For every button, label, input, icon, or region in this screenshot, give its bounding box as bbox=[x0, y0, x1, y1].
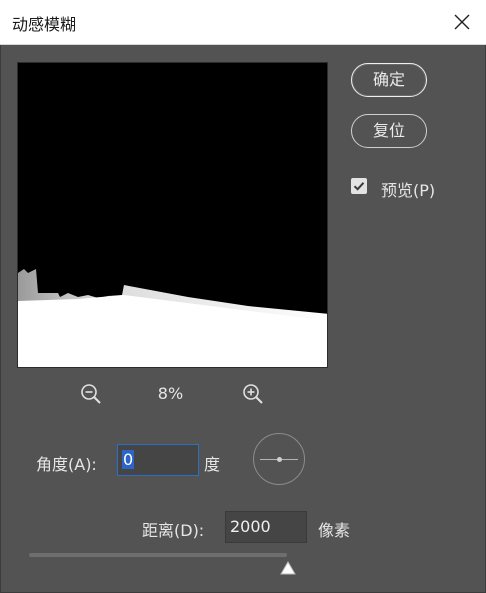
distance-label: 距离(D): bbox=[142, 521, 205, 540]
zoom-out-icon bbox=[81, 384, 101, 404]
title-bar: 动感模糊 bbox=[0, 0, 486, 45]
preview-label: 预览(P) bbox=[381, 181, 436, 200]
angle-input[interactable]: 0 bbox=[117, 444, 199, 476]
angle-value: 0 bbox=[122, 450, 135, 469]
distance-input[interactable]: 2000 bbox=[225, 511, 307, 543]
distance-slider[interactable] bbox=[29, 553, 287, 557]
angle-label: 角度(A): bbox=[36, 455, 97, 474]
ok-button[interactable]: 确定 bbox=[351, 63, 427, 97]
zoom-out-button[interactable] bbox=[80, 383, 102, 405]
angle-unit: 度 bbox=[204, 455, 221, 474]
triangle-up-icon bbox=[280, 561, 296, 575]
checkmark-icon bbox=[353, 182, 365, 191]
close-icon bbox=[454, 14, 470, 30]
dialog-title: 动感模糊 bbox=[12, 15, 77, 34]
preview-image[interactable] bbox=[17, 62, 328, 368]
zoom-level: 8% bbox=[157, 384, 184, 403]
distance-unit: 像素 bbox=[318, 521, 351, 540]
zoom-in-button[interactable] bbox=[242, 383, 264, 405]
angle-dial-center bbox=[277, 457, 282, 462]
preview-checkbox[interactable] bbox=[351, 178, 367, 194]
reset-button[interactable]: 复位 bbox=[351, 114, 427, 148]
close-button[interactable] bbox=[450, 10, 474, 34]
angle-dial[interactable] bbox=[253, 433, 305, 485]
distance-slider-thumb[interactable] bbox=[279, 560, 297, 578]
zoom-in-icon bbox=[243, 384, 263, 404]
preview-render bbox=[18, 63, 327, 367]
